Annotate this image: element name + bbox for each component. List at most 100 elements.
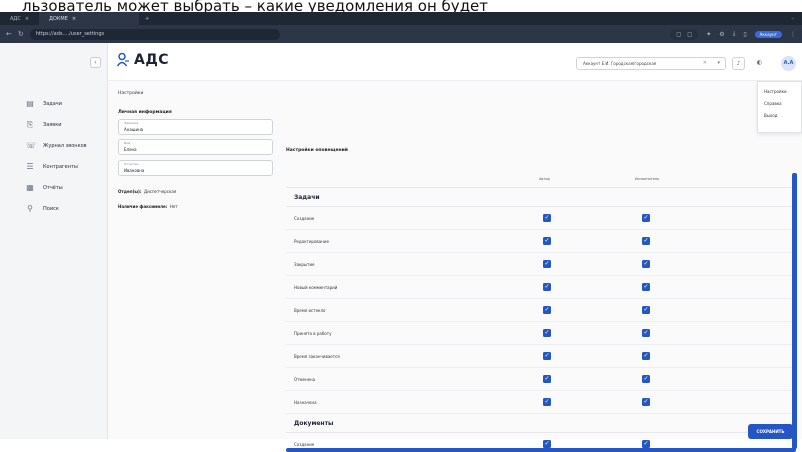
logo-icon <box>116 52 130 68</box>
executor-checkbox[interactable]: ✓ <box>642 352 650 360</box>
vertical-scrollbar[interactable] <box>792 173 797 449</box>
avatar[interactable]: А.А <box>781 56 796 71</box>
close-icon[interactable]: × <box>25 16 29 22</box>
profile-pill[interactable]: Аккаунт <box>755 31 782 38</box>
notifications-title: Настройки оповещений <box>286 148 348 153</box>
app-root: ‹ ▤ Задачи ⎘ Заявки ☏ Журнал звонков ☰ К… <box>0 43 802 439</box>
extension-icon[interactable]: ⚙ <box>719 31 724 38</box>
department-info: Отдел(ы): Диспетчерская <box>118 189 176 194</box>
reload-icon[interactable]: ↻ <box>18 30 24 38</box>
app-title: АДС <box>134 52 169 68</box>
extension-icon[interactable]: ◻ <box>676 31 681 38</box>
table-row: Закрытие✓✓ <box>286 253 796 276</box>
theme-toggle-button[interactable]: ◐ <box>753 57 766 70</box>
address-bar[interactable]: https://ads.…/user_settings <box>30 29 280 40</box>
chevron-down-icon[interactable]: ▾ <box>717 58 720 69</box>
sidebar-item-contracts[interactable]: ☰ Контрагенты <box>0 156 108 177</box>
download-icon[interactable]: ⤓ <box>733 30 736 38</box>
new-tab-icon[interactable]: + <box>139 16 155 22</box>
breadcrumb: Настройки <box>118 91 143 96</box>
sidebar-item-tasks[interactable]: ▤ Задачи <box>0 93 108 114</box>
table-row: Отменена✓✓ <box>286 368 796 391</box>
column-author: Автор <box>539 177 550 181</box>
browser-menu-icon[interactable]: ⋮ <box>790 31 796 38</box>
author-checkbox[interactable]: ✓ <box>543 440 551 448</box>
extension-icon[interactable]: ✦ <box>706 31 711 38</box>
author-checkbox[interactable]: ✓ <box>543 375 551 383</box>
call-log-icon: ☏ <box>26 142 34 150</box>
author-checkbox[interactable]: ✓ <box>543 214 551 222</box>
sidebar-item-label: Контрагенты <box>43 164 78 170</box>
horizontal-scrollbar[interactable] <box>286 448 796 452</box>
first-name-field[interactable]: Имя Елена <box>118 139 273 155</box>
browser-window: АДС× ДОКМЕ× + – ← ↻ https://ads.…/user_s… <box>0 12 802 439</box>
table-row: Создание✓✓ <box>286 207 796 230</box>
app-header: АДС Аккаунт Е.И. Городская/городская ✕ ▾… <box>108 43 802 81</box>
theme-icon: ◐ <box>757 59 762 66</box>
browser-toolbar: ← ↻ https://ads.…/user_settings ◻ ◻ ✦ ⚙ … <box>0 25 802 43</box>
notifications-button[interactable]: ♪ <box>732 57 745 70</box>
executor-checkbox[interactable]: ✓ <box>642 283 650 291</box>
author-checkbox[interactable]: ✓ <box>543 352 551 360</box>
search-icon: ⚲ <box>26 205 34 213</box>
extension-icon[interactable]: ◻ <box>687 31 692 38</box>
close-icon[interactable]: × <box>72 16 76 22</box>
sidebar-item-label: Заявки <box>43 122 62 128</box>
requests-icon: ⎘ <box>26 121 34 129</box>
sidebar: ‹ ▤ Задачи ⎘ Заявки ☏ Журнал звонков ☰ К… <box>0 43 108 439</box>
sidebar-item-label: Поиск <box>43 206 59 212</box>
executor-checkbox[interactable]: ✓ <box>642 306 650 314</box>
table-row: Принята в работу✓✓ <box>286 322 796 345</box>
executor-checkbox[interactable]: ✓ <box>642 237 650 245</box>
browser-tab-bar: АДС× ДОКМЕ× + – <box>0 12 802 25</box>
contracts-icon: ☰ <box>26 163 34 171</box>
executor-checkbox[interactable]: ✓ <box>642 375 650 383</box>
column-executor: Исполнитель <box>635 177 659 181</box>
author-checkbox[interactable]: ✓ <box>543 283 551 291</box>
sidebar-item-reports[interactable]: ▦ Отчёты <box>0 177 108 198</box>
tasks-icon: ▤ <box>26 100 34 108</box>
sidebar-item-call-log[interactable]: ☏ Журнал звонков <box>0 135 108 156</box>
middle-name-field[interactable]: Отчество Ивановна <box>118 160 273 176</box>
group-title-tasks: Задачи <box>286 188 796 207</box>
author-checkbox[interactable]: ✓ <box>543 306 551 314</box>
app-logo[interactable]: АДС <box>116 52 169 68</box>
collapse-sidebar-button[interactable]: ‹ <box>90 57 101 68</box>
last-name-field[interactable]: Фамилия Анашина <box>118 119 273 135</box>
table-header: Автор Исполнитель <box>286 171 796 188</box>
executor-checkbox[interactable]: ✓ <box>642 260 650 268</box>
notifications-table: Автор Исполнитель Задачи Создание✓✓ Реда… <box>286 171 796 450</box>
browser-tab-active[interactable]: ДОКМЕ× <box>39 12 139 25</box>
sidebar-item-search[interactable]: ⚲ Поиск <box>0 198 108 219</box>
sidebar-item-label: Журнал звонков <box>43 143 87 149</box>
clear-icon[interactable]: ✕ <box>703 58 707 69</box>
author-checkbox[interactable]: ✓ <box>543 398 551 406</box>
executor-checkbox[interactable]: ✓ <box>642 329 650 337</box>
executor-checkbox[interactable]: ✓ <box>642 398 650 406</box>
author-checkbox[interactable]: ✓ <box>543 260 551 268</box>
signature-info: Наличие факсимиле: Нет <box>118 204 178 209</box>
extension-group: ◻ ◻ <box>670 29 698 40</box>
reports-icon: ▦ <box>26 184 34 192</box>
back-icon[interactable]: ← <box>6 30 12 38</box>
sidebar-item-label: Задачи <box>43 101 62 107</box>
table-row: Редактирование✓✓ <box>286 230 796 253</box>
settings-page: Настройки Личная информация Фамилия Анаш… <box>108 81 802 439</box>
browser-tab[interactable]: АДС× <box>0 12 39 25</box>
org-select[interactable]: Аккаунт Е.И. Городская/городская ✕ ▾ <box>576 57 726 70</box>
sidepanel-icon[interactable]: ▯ <box>743 31 746 38</box>
group-title-documents: Документы <box>286 414 796 433</box>
executor-checkbox[interactable]: ✓ <box>642 440 650 448</box>
table-row: Время заканчивается✓✓ <box>286 345 796 368</box>
save-button[interactable]: СОХРАНИТЬ <box>748 424 793 439</box>
author-checkbox[interactable]: ✓ <box>543 329 551 337</box>
sidebar-item-label: Отчёты <box>43 185 63 191</box>
minimize-icon[interactable]: – <box>784 16 802 22</box>
sidebar-nav: ▤ Задачи ⎘ Заявки ☏ Журнал звонков ☰ Кон… <box>0 93 108 219</box>
author-checkbox[interactable]: ✓ <box>543 237 551 245</box>
executor-checkbox[interactable]: ✓ <box>642 214 650 222</box>
table-row: Время истекло✓✓ <box>286 299 796 322</box>
sidebar-item-requests[interactable]: ⎘ Заявки <box>0 114 108 135</box>
extensions-area: ◻ ◻ ✦ ⚙ ⤓ ▯ Аккаунт ⋮ <box>670 29 796 40</box>
table-row: Назначена✓✓ <box>286 391 796 414</box>
